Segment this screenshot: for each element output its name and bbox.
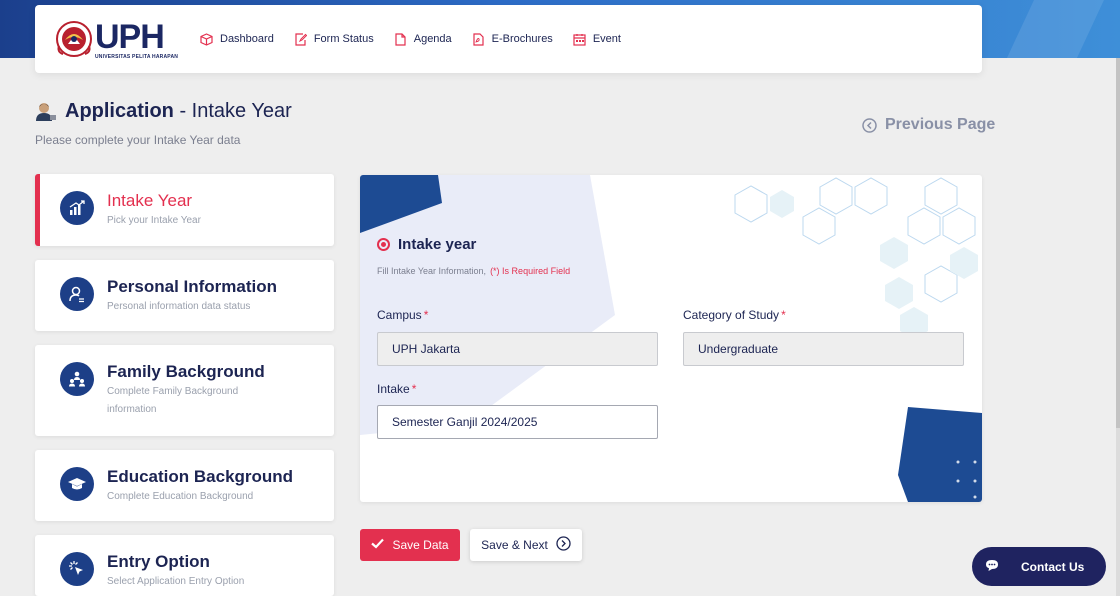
intake-label-text: Intake	[377, 382, 410, 396]
step-intake-year-desc: Pick your Intake Year	[107, 215, 201, 226]
category-label-text: Category of Study	[683, 308, 780, 322]
step-intake-year[interactable]: Intake Year Pick your Intake Year	[35, 174, 334, 246]
uph-emblem-icon	[55, 20, 93, 58]
nav-event[interactable]: Event	[573, 33, 621, 46]
step-education-background-desc: Complete Education Background	[107, 491, 254, 502]
check-icon	[371, 538, 385, 552]
calendar-icon	[573, 33, 586, 46]
nav-agenda[interactable]: Agenda	[394, 32, 452, 46]
person-search-icon	[60, 277, 94, 311]
campus-label: Campus *	[377, 308, 428, 322]
nav-dashboard-label: Dashboard	[220, 33, 274, 45]
arrow-left-circle-icon	[862, 117, 877, 133]
nav-dashboard[interactable]: Dashboard	[200, 32, 274, 46]
step-family-background-title: Family Background	[107, 362, 265, 381]
chat-bubble-icon	[985, 559, 999, 575]
navbar: UPH UNIVERSITAS PELITA HARAPAN Dashboard…	[35, 5, 982, 73]
form-note-text: Fill Intake Year Information,	[377, 266, 487, 276]
category-of-study-field[interactable]: Undergraduate	[683, 332, 964, 366]
form-edit-icon	[294, 32, 308, 46]
campus-value: UPH Jakarta	[392, 342, 461, 356]
required-star: *	[411, 382, 417, 396]
form-title-text: Intake year	[398, 236, 477, 253]
page-title-rest: - Intake Year	[173, 100, 292, 122]
contact-us-button[interactable]: Contact Us	[972, 547, 1106, 586]
campus-label-text: Campus	[377, 308, 422, 322]
step-entry-option-desc: Select Application Entry Option	[107, 576, 245, 587]
required-star: *	[781, 308, 786, 322]
nav-e-brochures[interactable]: E-Brochures	[472, 32, 553, 46]
category-value: Undergraduate	[698, 342, 779, 356]
step-personal-information-title: Personal Information	[107, 277, 278, 296]
previous-page-label: Previous Page	[885, 116, 996, 133]
intake-label: Intake *	[377, 382, 416, 396]
page-title: Application - Intake Year	[35, 100, 292, 123]
box-icon	[200, 32, 213, 46]
page-subtitle: Please complete your Intake Year data	[35, 133, 241, 147]
page-title-bold: Application	[65, 100, 174, 122]
form-section-title: Intake year	[377, 236, 476, 253]
uph-logo[interactable]: UPH UNIVERSITAS PELITA HARAPAN	[55, 20, 178, 60]
required-star: *	[423, 308, 429, 322]
step-family-background-desc: Complete Family Background information	[107, 386, 239, 415]
intake-select[interactable]: Semester Ganjil 2024/2025	[377, 405, 658, 439]
graduation-cap-icon	[60, 467, 94, 501]
nav-e-brochures-label: E-Brochures	[491, 33, 553, 45]
save-and-next-button[interactable]: Save & Next	[470, 529, 582, 561]
logo-text: UPH	[95, 18, 165, 56]
arrow-right-circle-icon	[556, 536, 571, 554]
step-family-background[interactable]: Family Background Complete Family Backgr…	[35, 345, 334, 436]
required-field-note: (*) Is Required Field	[490, 266, 571, 276]
logo-subtitle: UNIVERSITAS PELITA HARAPAN	[95, 54, 179, 60]
save-data-label: Save Data	[392, 538, 449, 552]
scrollbar-thumb[interactable]	[1116, 58, 1120, 428]
step-education-background-title: Education Background	[107, 467, 294, 486]
chart-icon	[60, 191, 94, 225]
nav-form-status-label: Form Status	[313, 33, 374, 45]
save-and-next-label: Save & Next	[481, 538, 548, 552]
step-personal-information[interactable]: Personal Information Personal informatio…	[35, 260, 334, 331]
previous-page-link[interactable]: Previous Page	[862, 116, 995, 134]
step-education-background[interactable]: Education Background Complete Education …	[35, 450, 334, 521]
pdf-icon	[472, 32, 485, 46]
document-icon	[394, 32, 407, 46]
form-note: Fill Intake Year Information, (*) Is Requ…	[377, 266, 570, 276]
category-label: Category of Study *	[683, 308, 786, 322]
campus-field[interactable]: UPH Jakarta	[377, 332, 658, 366]
nav-agenda-label: Agenda	[413, 33, 452, 45]
nav-form-status[interactable]: Form Status	[294, 32, 374, 46]
step-intake-year-title: Intake Year	[107, 191, 193, 210]
user-icon	[35, 102, 57, 122]
nav-event-label: Event	[592, 33, 621, 45]
nav-menu: Dashboard Form Status Agenda E-Brochures…	[200, 5, 641, 73]
banner-decoration	[996, 0, 1114, 58]
cursor-click-icon	[60, 552, 94, 586]
save-data-button[interactable]: Save Data	[360, 529, 460, 561]
step-personal-information-desc: Personal information data status	[107, 301, 251, 312]
intake-value: Semester Ganjil 2024/2025	[392, 415, 538, 429]
step-entry-option-title: Entry Option	[107, 552, 210, 571]
step-entry-option[interactable]: Entry Option Select Application Entry Op…	[35, 535, 334, 596]
contact-us-label: Contact Us	[1021, 559, 1085, 574]
intake-year-form-card: Intake year Fill Intake Year Information…	[360, 175, 982, 502]
radio-dot-icon	[377, 238, 390, 251]
family-icon	[60, 362, 94, 396]
